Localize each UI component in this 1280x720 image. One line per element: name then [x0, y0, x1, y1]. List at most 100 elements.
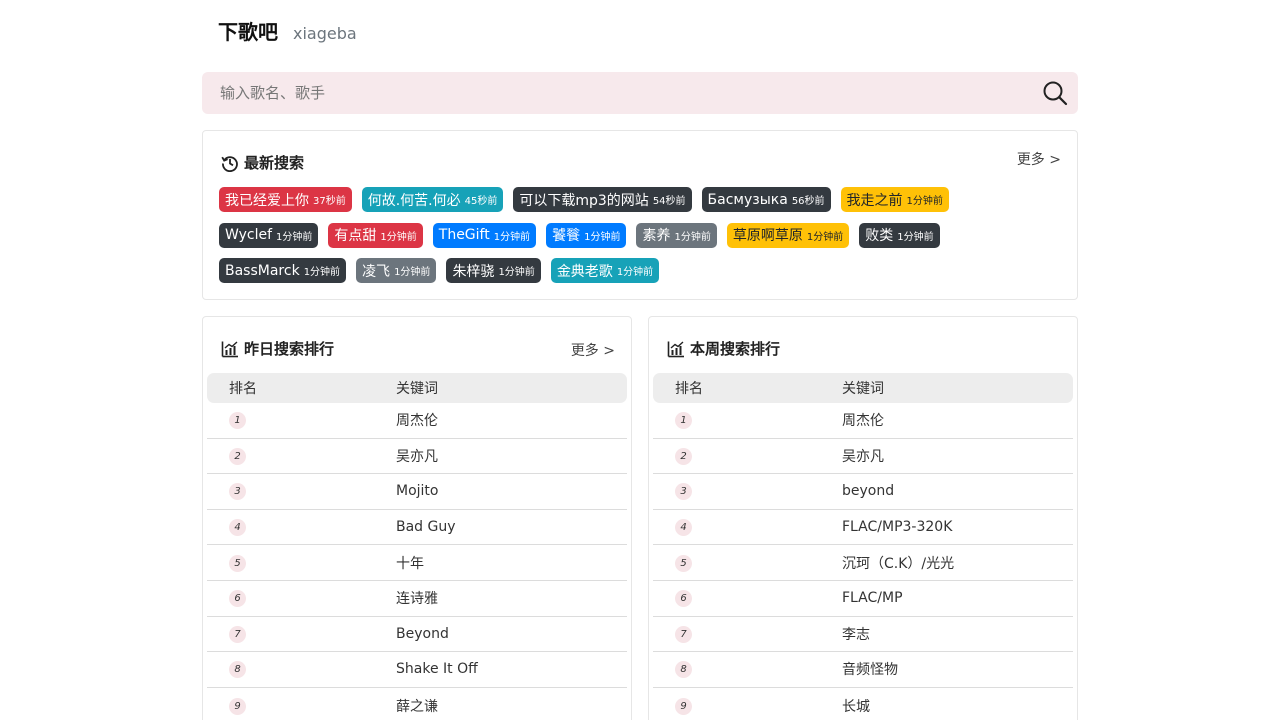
search-tag[interactable]: 朱梓骁 1分钟前	[446, 258, 541, 283]
rank-cell: 9	[653, 697, 842, 715]
tag-row: 我已经爱上你 37秒前 何故.何苦.何必 45秒前 可以下载mp3的网站 54秒前 Басм…	[219, 187, 1069, 212]
keyword-cell[interactable]: FLAC/MP	[842, 590, 903, 606]
search-tag[interactable]: 有点甜 1分钟前	[328, 222, 423, 248]
keyword-cell[interactable]: FLAC/MP3-320K	[842, 519, 952, 535]
latest-search-card: 最新搜索 更多 > 我已经爱上你 37秒前 何故.何苦.何必 45秒前 可以下载mp3的…	[202, 130, 1078, 300]
table-row[interactable]: 3 beyond	[653, 474, 1073, 510]
keyword-cell[interactable]: Mojito	[396, 483, 438, 499]
rank-cell: 2	[653, 447, 842, 465]
yesterday-rank-card: 昨日搜索排行 更多 > 排名 关键词 1 周杰伦 2 吴亦凡 3 Mojito 4 Bad G…	[202, 316, 632, 720]
keyword-cell[interactable]: Bad Guy	[396, 519, 456, 535]
rank-badge: 2	[675, 447, 692, 465]
keyword-cell[interactable]: 薛之谦	[396, 696, 438, 716]
keyword-cell[interactable]: 吴亦凡	[396, 446, 438, 466]
rank-cell: 5	[207, 554, 396, 572]
search-tag[interactable]: 可以下载mp3的网站 54秒前	[513, 187, 692, 212]
table-row[interactable]: 8 音频怪物	[653, 652, 1073, 688]
search-tag-text: Басмузыка	[707, 191, 788, 208]
keyword-cell[interactable]: 十年	[396, 553, 424, 573]
site-logo[interactable]: 下歌吧	[218, 16, 278, 45]
search-tag[interactable]: 凌飞 1分钟前	[356, 258, 437, 283]
search-tag-text: 素养	[642, 228, 671, 244]
keyword-cell[interactable]: Beyond	[396, 626, 449, 642]
table-row[interactable]: 7 Beyond	[207, 617, 627, 653]
search-tag-time: 1分钟前	[897, 231, 934, 243]
search-tag-text: BassMarck	[225, 262, 300, 279]
yesterday-more-link[interactable]: 更多 >	[571, 340, 615, 360]
table-row[interactable]: 5 十年	[207, 545, 627, 581]
keyword-cell[interactable]: 音频怪物	[842, 659, 898, 679]
table-row[interactable]: 6 FLAC/MP	[653, 581, 1073, 617]
search-tag-time: 1分钟前	[906, 196, 943, 207]
keyword-cell[interactable]: 长城	[842, 696, 870, 716]
search-tag[interactable]: 饕餮 1分钟前	[546, 222, 627, 248]
table-row[interactable]: 2 吴亦凡	[653, 439, 1073, 475]
search-input[interactable]	[202, 73, 1022, 113]
search-tag[interactable]: 我走之前 1分钟前	[840, 187, 949, 212]
week-rank-title: 本周搜索排行	[667, 338, 780, 359]
search-tag[interactable]: 何故.何苦.何必 45秒前	[361, 187, 504, 212]
rank-column-header: 排名	[675, 381, 703, 397]
table-header: 排名 关键词	[653, 373, 1073, 403]
search-tag[interactable]: 败类 1分钟前	[859, 222, 940, 248]
table-row[interactable]: 9 长城	[653, 688, 1073, 720]
rank-badge: 6	[675, 590, 692, 608]
table-row[interactable]: 1 周杰伦	[207, 403, 627, 439]
search-tag-text: 朱梓骁	[452, 263, 495, 280]
keyword-cell[interactable]: 连诗雅	[396, 588, 438, 608]
search-tag-text: 我走之前	[846, 192, 903, 209]
search-icon	[1043, 81, 1068, 106]
keyword-cell[interactable]: Shake It Off	[396, 661, 478, 677]
table-row[interactable]: 2 吴亦凡	[207, 439, 627, 475]
table-row[interactable]: 6 连诗雅	[207, 581, 627, 617]
yesterday-rank-table: 排名 关键词 1 周杰伦 2 吴亦凡 3 Mojito 4 Bad Guy 5 十年 6 连诗雅 7 Be…	[207, 373, 627, 720]
rank-cell: 7	[653, 625, 842, 643]
latest-tag-list: 我已经爱上你 37秒前 何故.何苦.何必 45秒前 可以下载mp3的网站 54秒前 Басм…	[219, 187, 1069, 294]
table-row[interactable]: 7 李志	[653, 617, 1073, 653]
keyword-cell[interactable]: 周杰伦	[842, 410, 884, 430]
keyword-cell[interactable]: beyond	[842, 483, 894, 499]
search-tag[interactable]: 草原啊草原 1分钟前	[726, 222, 850, 248]
rank-cell: 6	[207, 589, 396, 608]
table-row[interactable]: 5 沉珂（C.K）/光光	[653, 545, 1073, 581]
table-row[interactable]: 4 FLAC/MP3-320K	[653, 510, 1073, 546]
latest-more-link[interactable]: 更多 >	[1017, 149, 1061, 169]
history-icon	[221, 155, 238, 172]
rank-cell: 8	[653, 660, 842, 679]
search-tag-time: 37秒前	[313, 196, 346, 207]
search-button[interactable]	[1042, 80, 1068, 106]
search-tag[interactable]: BassMarck 1分钟前	[219, 258, 347, 283]
search-tag[interactable]: Басмузыка 56秒前	[701, 187, 831, 212]
table-row[interactable]: 8 Shake It Off	[207, 652, 627, 688]
table-row[interactable]: 1 周杰伦	[653, 403, 1073, 439]
search-tag[interactable]: 金典老歌 1分钟前	[550, 258, 660, 283]
search-tag[interactable]: TheGift 1分钟前	[432, 222, 537, 248]
keyword-cell[interactable]: 吴亦凡	[842, 446, 884, 466]
keyword-cell[interactable]: 沉珂（C.K）/光光	[842, 553, 954, 573]
search-tag[interactable]: Wyclef 1分钟前	[219, 222, 319, 248]
search-tag[interactable]: 我已经爱上你 37秒前	[219, 187, 352, 212]
rank-badge: 9	[675, 697, 692, 715]
search-tag-time: 1分钟前	[674, 231, 711, 243]
site-subtitle: xiageba	[293, 24, 357, 43]
tag-row: Wyclef 1分钟前 有点甜 1分钟前 TheGift 1分钟前 饕餮 1分钟前 素养 1分钟前…	[219, 222, 1069, 248]
search-tag-time: 54秒前	[652, 196, 686, 207]
search-tag-time: 1分钟前	[616, 267, 654, 278]
rank-badge: 3	[675, 483, 692, 501]
rank-badge: 1	[675, 412, 692, 430]
rank-cell: 3	[653, 482, 842, 501]
keyword-cell[interactable]: 李志	[842, 624, 870, 644]
table-row[interactable]: 9 薛之谦	[207, 688, 627, 720]
table-row[interactable]: 3 Mojito	[207, 474, 627, 510]
rank-cell: 6	[653, 589, 842, 608]
table-row[interactable]: 4 Bad Guy	[207, 510, 627, 546]
search-tag-time: 1分钟前	[394, 267, 431, 278]
keyword-cell[interactable]: 周杰伦	[396, 410, 438, 430]
table-header: 排名 关键词	[207, 373, 627, 403]
search-tag-time: 1分钟前	[584, 231, 621, 243]
rank-cell: 1	[207, 411, 396, 430]
week-rank-rows: 1 周杰伦 2 吴亦凡 3 beyond 4 FLAC/MP3-320K 5 沉珂（C.K）/光光…	[653, 403, 1073, 720]
search-tag[interactable]: 素养 1分钟前	[636, 222, 717, 248]
rank-badge: 4	[229, 519, 246, 537]
search-tag-text: 败类	[865, 228, 894, 244]
